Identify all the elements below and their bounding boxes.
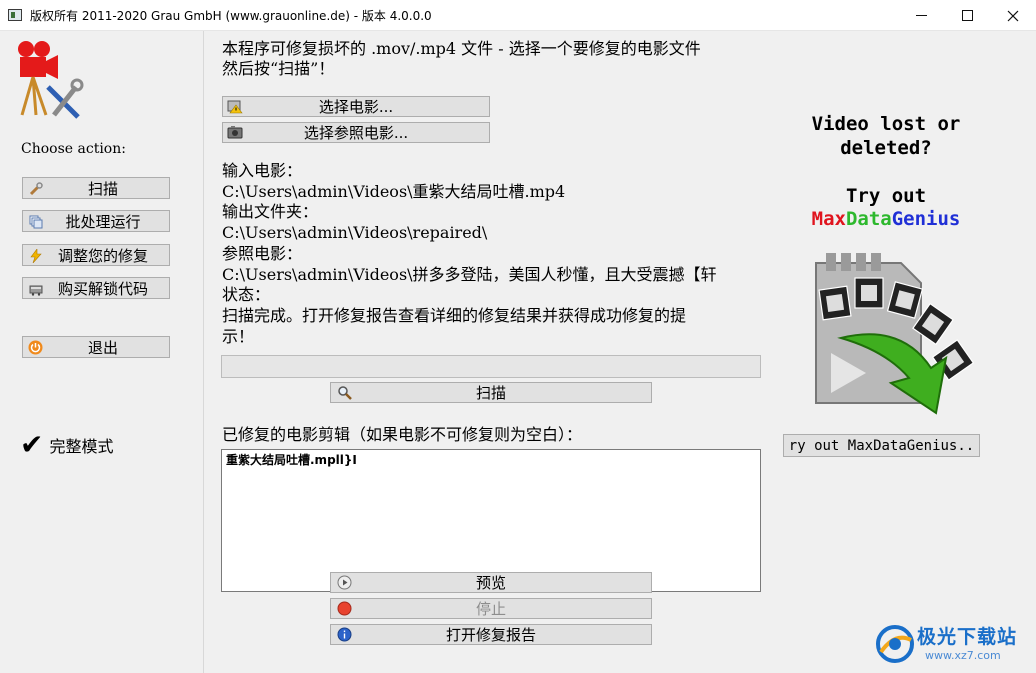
status-line-2: 示！: [222, 326, 255, 346]
ad-line-1: Video lost or: [811, 113, 961, 135]
maximize-icon: [961, 10, 973, 21]
repaired-clips-list[interactable]: 重紫大结局吐槽.mpll}I: [221, 449, 761, 592]
reference-movie-path: C:\Users\admin\Videos\拼多多登陆，美国人秒懂，且大受震撼【…: [222, 264, 717, 284]
select-movie-label: 选择电影...: [318, 98, 394, 116]
ad-panel: Video lost or deleted? Try out MaxDataGe…: [781, 31, 1036, 673]
sd-card-film-recovery-icon: [815, 253, 975, 415]
stop-label: 停止: [475, 600, 506, 618]
camera-icon: [227, 126, 243, 139]
choose-action-label: Choose action:: [21, 141, 126, 157]
title-bar: 版权所有 2011-2020 Grau GmbH (www.grauonline…: [0, 0, 1036, 31]
wrench-icon: [28, 181, 43, 196]
input-movie-label: 输入电影：: [222, 161, 303, 180]
watermark-url: www.xz7.com: [925, 649, 1001, 662]
minimize-icon: [915, 15, 927, 16]
batch-run-label: 批处理运行: [65, 212, 141, 231]
close-icon: [1007, 10, 1019, 21]
select-reference-movie-label: 选择参照电影...: [303, 124, 409, 142]
open-report-button[interactable]: 打开修复报告: [330, 624, 652, 645]
input-movie-path: C:\Users\admin\Videos\重紫大结局吐槽.mp4: [222, 181, 566, 201]
app-icon: [8, 9, 22, 21]
scan-sidebar-label: 扫描: [87, 179, 118, 198]
status-line-1: 扫描完成。打开修复报告查看详细的修复结果并获得成功修复的提: [222, 305, 687, 325]
ad-brand-name: MaxDataGenius: [781, 208, 991, 230]
action-sidebar: Choose action: 扫描 批处理运行 调整您的修复 购买解锁代码 退出…: [0, 31, 204, 673]
list-item[interactable]: 重紫大结局吐槽.mpll}I: [226, 452, 756, 468]
full-mode-label: 完整模式: [49, 437, 114, 456]
ad-line-3: Try out: [845, 185, 927, 207]
watermark-text: 极光下载站: [917, 626, 1018, 648]
output-folder-label: 输出文件夹：: [222, 202, 319, 222]
batch-run-button[interactable]: 批处理运行: [22, 210, 170, 232]
aurora-logo-icon: [876, 625, 914, 663]
adjust-repair-button[interactable]: 调整您的修复: [22, 244, 170, 266]
stop-button[interactable]: 停止: [330, 598, 652, 619]
cart-icon: [28, 281, 43, 296]
movie-warning-icon: [227, 100, 243, 114]
lightning-icon: [28, 248, 43, 263]
open-report-label: 打开修复报告: [445, 626, 536, 644]
checkmark-icon: ✔: [20, 428, 44, 461]
scan-sidebar-button[interactable]: 扫描: [22, 177, 170, 199]
batch-icon: [28, 214, 43, 229]
buy-unlock-code-label: 购买解锁代码: [57, 279, 148, 298]
adjust-repair-label: 调整您的修复: [57, 246, 148, 265]
select-movie-button[interactable]: 选择电影...: [222, 96, 490, 117]
main-panel: 本程序可修复损坏的 .mov/.mp4 文件 - 选择一个要修复的电影文件 然后…: [205, 31, 781, 673]
status-label: 状态：: [222, 285, 271, 305]
ad-line-2: deleted?: [840, 137, 932, 159]
select-reference-movie-button[interactable]: 选择参照电影...: [222, 122, 490, 143]
exit-button[interactable]: 退出: [22, 336, 170, 358]
preview-button[interactable]: 预览: [330, 572, 652, 593]
camera-tools-logo: [18, 41, 84, 119]
watermark: 极光下载站 www.xz7.com: [873, 620, 1033, 670]
stop-icon: [337, 601, 352, 616]
brand-part-data: Data: [845, 208, 892, 230]
reference-movie-label: 参照电影：: [222, 243, 303, 263]
magnifier-icon: [338, 386, 352, 400]
brand-part-max: Max: [811, 208, 846, 230]
scan-button[interactable]: 扫描: [330, 382, 652, 403]
brand-part-genius: Genius: [891, 208, 961, 230]
intro-text: 本程序可修复损坏的 .mov/.mp4 文件 - 选择一个要修复的电影文件 然后…: [222, 39, 777, 79]
repaired-clips-label: 已修复的电影剪辑（如果电影不可修复则为空白）：: [222, 425, 583, 444]
window-title: 版权所有 2011-2020 Grau GmbH (www.grauonline…: [30, 9, 432, 23]
info-icon: [337, 627, 352, 642]
intro-line-1: 本程序可修复损坏的 .mov/.mp4 文件 - 选择一个要修复的电影文件: [222, 39, 701, 58]
file-info: 输入电影： C:\Users\admin\Videos\重紫大结局吐槽.mp4 …: [222, 161, 770, 347]
close-button[interactable]: [990, 0, 1036, 31]
minimize-button[interactable]: [898, 0, 944, 31]
try-maxdatagenius-button[interactable]: ry out MaxDataGenius..: [783, 434, 980, 457]
preview-label: 预览: [475, 574, 506, 592]
buy-unlock-code-button[interactable]: 购买解锁代码: [22, 277, 170, 299]
exit-label: 退出: [87, 338, 118, 357]
play-icon: [337, 575, 352, 590]
power-icon: [28, 340, 43, 355]
scan-progress-bar: [221, 355, 761, 378]
maximize-button[interactable]: [944, 0, 990, 31]
full-mode-indicator: ✔ 完整模式: [20, 431, 113, 459]
scan-label: 扫描: [475, 384, 506, 402]
intro-line-2: 然后按“扫描”！: [222, 59, 335, 78]
output-folder-path: C:\Users\admin\Videos\repaired\: [222, 223, 488, 243]
